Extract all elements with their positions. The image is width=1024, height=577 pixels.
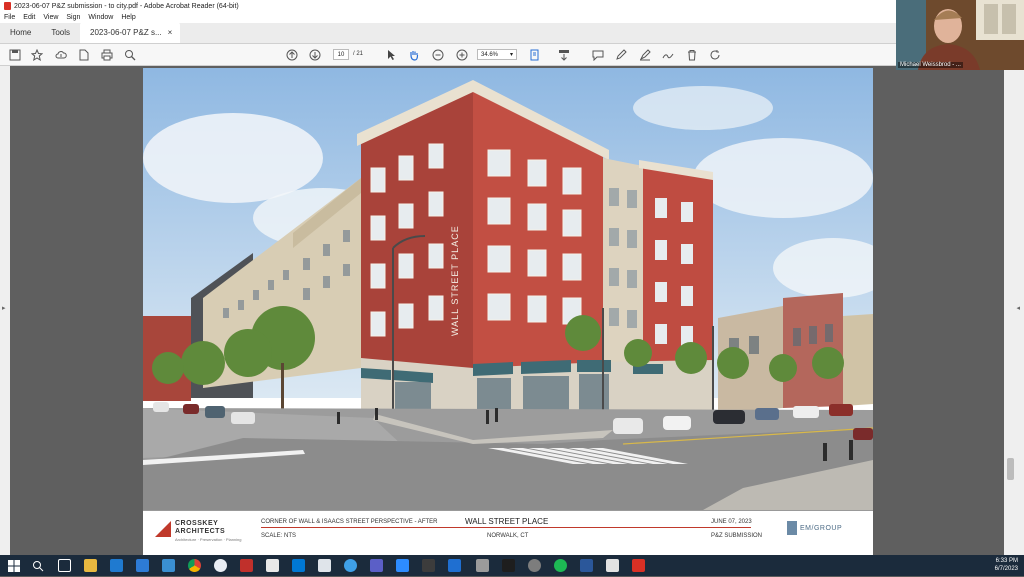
clock-date: 6/7/2023	[994, 566, 1018, 572]
app-blue-icon[interactable]	[344, 559, 357, 572]
project-location: NORWALK, CT	[487, 533, 529, 539]
page-display-icon[interactable]	[528, 48, 542, 62]
em-group-logo-mark	[787, 521, 797, 535]
menu-edit[interactable]: Edit	[23, 14, 35, 21]
architectural-rendering: WALL STREET PLACE	[143, 68, 873, 510]
submission-label: P&Z SUBMISSION	[711, 533, 763, 539]
scrollbar-thumb[interactable]	[1007, 458, 1014, 480]
chevron-down-icon: ▾	[509, 52, 513, 58]
settings-gear-icon[interactable]	[528, 559, 541, 572]
pdf-page: WALL STREET PLACE CROSSKEY ARCHITECTS Ar…	[143, 68, 873, 555]
fill-sign-icon[interactable]	[661, 48, 675, 62]
chrome-icon[interactable]	[188, 559, 201, 572]
drawing-titleblock: CROSSKEY ARCHITECTS Architecture · Prese…	[143, 510, 873, 555]
windows-start-icon[interactable]	[8, 559, 21, 572]
edge-icon[interactable]	[162, 559, 175, 572]
chevron-right-icon: ▸	[2, 305, 6, 312]
document-area[interactable]: ▸ ◂ WALL STREET PLACE CROSSKEY ARCHITECT…	[0, 66, 1024, 555]
search-icon[interactable]	[32, 559, 45, 572]
select-cursor-icon[interactable]	[384, 48, 398, 62]
right-panel-toggle[interactable]: ◂	[1004, 66, 1024, 555]
participant-video-frame	[896, 0, 1024, 70]
menu-help[interactable]: Help	[121, 14, 135, 21]
menu-window[interactable]: Window	[88, 14, 113, 21]
zoom-out-icon[interactable]	[431, 48, 445, 62]
scroll-mode-icon[interactable]	[557, 48, 571, 62]
system-clock[interactable]: 6:33 PM 6/7/2023	[995, 557, 1018, 573]
menu-sign[interactable]: Sign	[66, 14, 80, 21]
clock-time: 6:33 PM	[995, 558, 1018, 564]
document-icon[interactable]	[77, 48, 91, 62]
app-red-icon[interactable]	[240, 559, 253, 572]
app-light-icon[interactable]	[266, 559, 279, 572]
tab-tools[interactable]: Tools	[41, 22, 80, 43]
app-blue2-icon[interactable]	[448, 559, 461, 572]
tab-close-icon[interactable]: ×	[168, 22, 173, 43]
left-panel-toggle[interactable]: ▸	[0, 66, 10, 555]
project-name: WALL STREET PLACE	[465, 517, 549, 526]
rotate-icon[interactable]	[708, 48, 722, 62]
partner-logo: EM/GROUP	[800, 525, 843, 532]
drawing-date: JUNE 07, 2023	[711, 519, 752, 525]
task-view-icon[interactable]	[58, 559, 71, 572]
tab-bar: Home Tools 2023-06-07 P&Z s... ×	[0, 22, 1024, 44]
app-icon[interactable]	[214, 559, 227, 572]
bookmark-star-icon[interactable]	[30, 48, 44, 62]
search-icon[interactable]	[123, 48, 137, 62]
save-icon[interactable]	[8, 48, 22, 62]
app-white-icon[interactable]	[606, 559, 619, 572]
menu-view[interactable]: View	[43, 14, 58, 21]
windows-taskbar: 6:33 PM 6/7/2023	[0, 555, 1024, 576]
video-participant-tile[interactable]: Michael Weissbrod - ...	[896, 0, 1024, 70]
window-titlebar: 2023-06-07 P&Z submission - to city.pdf …	[0, 0, 896, 12]
crosskey-logo-mark	[155, 521, 171, 537]
acrobat-taskbar-icon[interactable]	[632, 559, 645, 572]
teams-icon[interactable]	[370, 559, 383, 572]
tab-home[interactable]: Home	[0, 22, 41, 43]
print-icon[interactable]	[100, 48, 114, 62]
highlight-pen-icon[interactable]	[614, 48, 628, 62]
page-total: / 21	[353, 51, 364, 57]
window-title: 2023-06-07 P&Z submission - to city.pdf …	[14, 2, 239, 10]
comment-icon[interactable]	[591, 48, 605, 62]
file-explorer-icon[interactable]	[84, 559, 97, 572]
acrobat-icon	[4, 2, 11, 10]
app-black-icon[interactable]	[502, 559, 515, 572]
firm-name-line2: ARCHITECTS	[175, 528, 226, 535]
tab-document-label: 2023-06-07 P&Z s...	[90, 28, 162, 37]
toolbar: 10 / 21 34.6% ▾	[0, 44, 1024, 66]
drawing-title: CORNER OF WALL & ISAACS STREET PERSPECTI…	[261, 519, 438, 525]
chevron-left-icon: ◂	[1016, 305, 1020, 312]
building-sign: WALL STREET PLACE	[450, 225, 460, 336]
zoom-in-icon[interactable]	[455, 48, 469, 62]
menu-file[interactable]: File	[4, 14, 15, 21]
firm-tagline: Architecture · Preservation · Planning	[175, 537, 242, 542]
outlook-icon[interactable]	[292, 559, 305, 572]
app-gray-icon[interactable]	[318, 559, 331, 572]
page-down-icon[interactable]	[308, 48, 322, 62]
store-icon[interactable]	[110, 559, 123, 572]
page-number-input[interactable]: 10	[333, 49, 349, 60]
participant-name: Michael Weissbrod - ...	[898, 62, 963, 68]
app-dark-icon[interactable]	[422, 559, 435, 572]
zoom-level: 34.6%	[481, 52, 499, 58]
mail-icon[interactable]	[136, 559, 149, 572]
delete-icon[interactable]	[685, 48, 699, 62]
drawing-scale: SCALE: NTS	[261, 533, 297, 539]
hand-tool-icon[interactable]	[407, 48, 421, 62]
tab-document[interactable]: 2023-06-07 P&Z s... ×	[80, 22, 181, 43]
upload-cloud-icon[interactable]	[54, 48, 68, 62]
app-grey2-icon[interactable]	[476, 559, 489, 572]
zoom-icon[interactable]	[396, 559, 409, 572]
page-up-icon[interactable]	[285, 48, 299, 62]
word-icon[interactable]	[580, 559, 593, 572]
firm-name-line1: CROSSKEY	[175, 520, 219, 527]
spotify-icon[interactable]	[554, 559, 567, 572]
zoom-level-select[interactable]: 34.6% ▾	[477, 49, 517, 60]
draw-icon[interactable]	[638, 48, 652, 62]
